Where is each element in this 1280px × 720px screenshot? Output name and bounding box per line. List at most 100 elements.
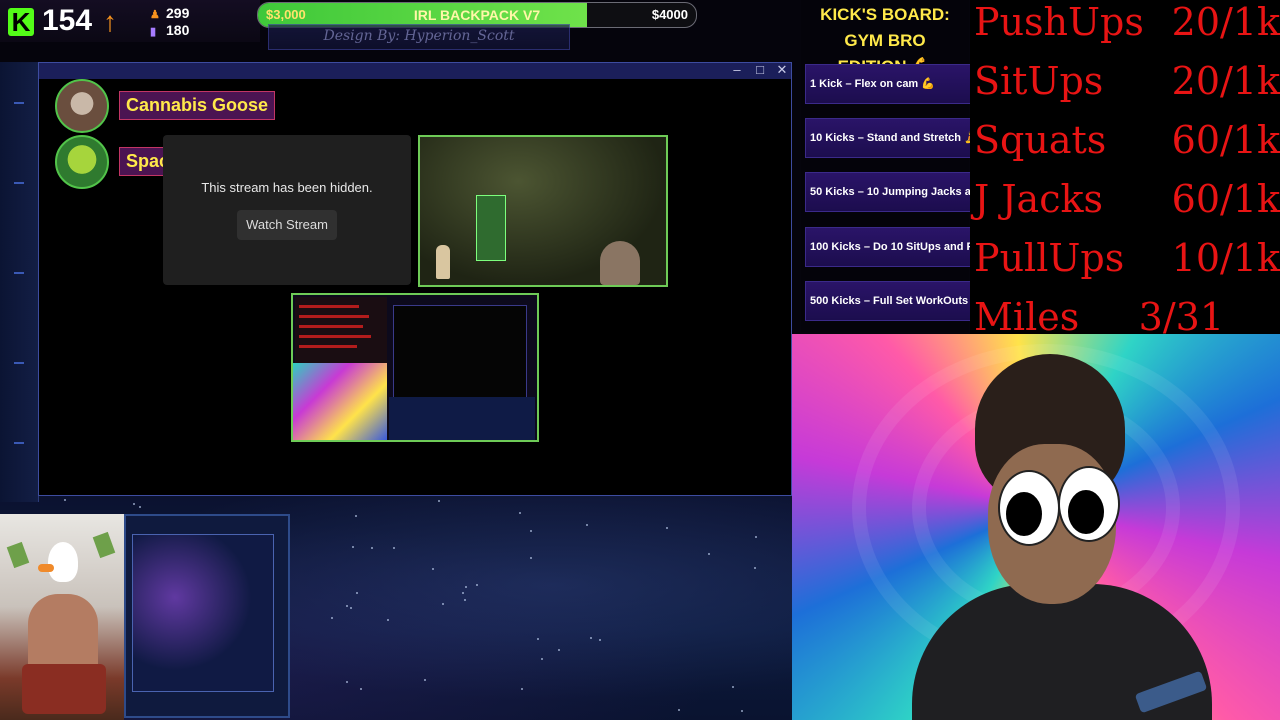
star: [521, 688, 523, 690]
star: [476, 584, 478, 586]
star: [424, 679, 426, 681]
minimize-button[interactable]: –: [729, 62, 745, 77]
star: [599, 639, 601, 641]
gym-board-panel: KICK'S BOARD: GYM BRO EDITION 💪 1 Kick –…: [801, 0, 973, 332]
star: [586, 524, 588, 526]
goose-figure: [436, 245, 450, 279]
avatar[interactable]: [55, 135, 109, 189]
star: [133, 503, 135, 505]
kick-reward-item: 10 Kicks – Stand and Stretch 🧘: [805, 118, 973, 158]
kick-logo-icon: K: [8, 8, 34, 36]
star: [462, 592, 464, 594]
viewer-count: 154: [42, 4, 93, 37]
bar-chart-icon: ▮: [150, 26, 157, 38]
close-button[interactable]: ✕: [774, 62, 790, 78]
counter-value: 10/1k: [1171, 236, 1280, 280]
star: [541, 658, 543, 660]
star: [355, 515, 357, 517]
goal-title: IRL BACKPACK V7: [413, 7, 541, 23]
counter-row: PushUps 20/1k: [974, 0, 1280, 50]
maximize-button[interactable]: □: [752, 62, 768, 77]
star: [558, 649, 560, 651]
space-thumbnail: [389, 397, 535, 440]
window-thumbnail: [393, 305, 527, 399]
webcam-thumbnail: [293, 363, 387, 440]
star: [464, 599, 466, 601]
goose-character-art: [0, 514, 124, 720]
stream-tile[interactable]: [418, 135, 668, 287]
counter-thumbnail: [295, 297, 387, 363]
hidden-stream-message: This stream has been hidden.: [201, 180, 373, 195]
followers-stat: ♟ 299: [150, 5, 189, 21]
counter-name: Squats: [974, 118, 1107, 162]
person-icon: ♟: [150, 9, 160, 21]
followers-count: 299: [166, 5, 190, 21]
kick-reward-item: 50 Kicks – 10 Jumping Jacks and Squats: [805, 172, 973, 212]
counter-value: 20/1k: [1171, 0, 1280, 44]
stream-tile[interactable]: [291, 293, 539, 442]
star: [754, 567, 756, 569]
subs-count: 180: [166, 22, 190, 38]
username-label[interactable]: Cannabis Goose: [119, 91, 276, 120]
star: [360, 688, 362, 690]
watch-stream-button[interactable]: Watch Stream: [237, 210, 337, 240]
counter-row: J Jacks 60/1k: [974, 171, 1280, 227]
star: [708, 553, 710, 555]
star: [537, 638, 539, 640]
star: [442, 603, 444, 605]
star: [590, 637, 592, 639]
star: [64, 499, 66, 501]
star: [678, 709, 680, 711]
webcam-feed: [792, 334, 1280, 720]
multistream-window: – □ ✕ Cannabis Goose SpaceMonkee This st…: [38, 62, 792, 496]
overlay-frame-left: [0, 62, 39, 502]
star: [755, 536, 757, 538]
counter-value: 20/1k: [1171, 59, 1280, 103]
googly-eye-left-icon: [998, 470, 1060, 546]
star: [393, 547, 395, 549]
star: [387, 619, 389, 621]
star: [741, 710, 743, 712]
star: [346, 605, 348, 607]
star: [666, 527, 668, 529]
kick-reward-item: 500 Kicks – Full Set WorkOuts: [805, 281, 973, 321]
star: [732, 686, 734, 688]
window-titlebar[interactable]: – □ ✕: [39, 62, 791, 79]
counter-row: SitUps 20/1k: [974, 53, 1280, 109]
stream-video-panel: [476, 195, 506, 261]
counter-name: SitUps: [974, 59, 1104, 103]
star: [346, 681, 348, 683]
counter-name: J Jacks: [974, 177, 1104, 221]
empty-media-frame: [124, 514, 290, 718]
star: [465, 586, 467, 588]
avatar[interactable]: [55, 79, 109, 133]
star: [530, 530, 532, 532]
stream-stats: K 154 ↑ ♟ 299 ▮ 180: [0, 0, 260, 42]
star: [371, 547, 373, 549]
star: [432, 568, 434, 570]
counter-name: PullUps: [974, 236, 1125, 280]
goal-end-amount: $4000: [651, 7, 688, 22]
star: [438, 500, 440, 502]
kick-reward-item: 1 Kick – Flex on cam 💪: [805, 64, 973, 104]
counter-name: PushUps: [974, 0, 1144, 44]
design-credit: Design By: Hyperion_Scott: [268, 24, 570, 50]
trend-up-icon: ↑: [103, 6, 117, 37]
star: [331, 617, 333, 619]
counter-row: Squats 60/1k: [974, 112, 1280, 168]
counter-value: 60/1k: [1171, 118, 1280, 162]
star: [530, 557, 532, 559]
streamer-figure: [600, 241, 640, 285]
star: [139, 506, 141, 508]
star: [356, 592, 358, 594]
star: [352, 546, 354, 548]
star: [519, 512, 521, 514]
star: [350, 607, 352, 609]
counter-value: 60/1k: [1171, 177, 1280, 221]
kick-reward-item: 100 Kicks – Do 10 SitUps and PushUps 🤸: [805, 227, 973, 267]
hidden-stream-card: This stream has been hidden. Watch Strea…: [163, 135, 411, 285]
counter-row: PullUps 10/1k: [974, 230, 1280, 286]
googly-eye-right-icon: [1058, 466, 1120, 542]
workout-counters: PushUps 20/1k SitUps 20/1k Squats 60/1k …: [970, 0, 1280, 339]
subs-stat: ▮ 180: [150, 22, 189, 38]
